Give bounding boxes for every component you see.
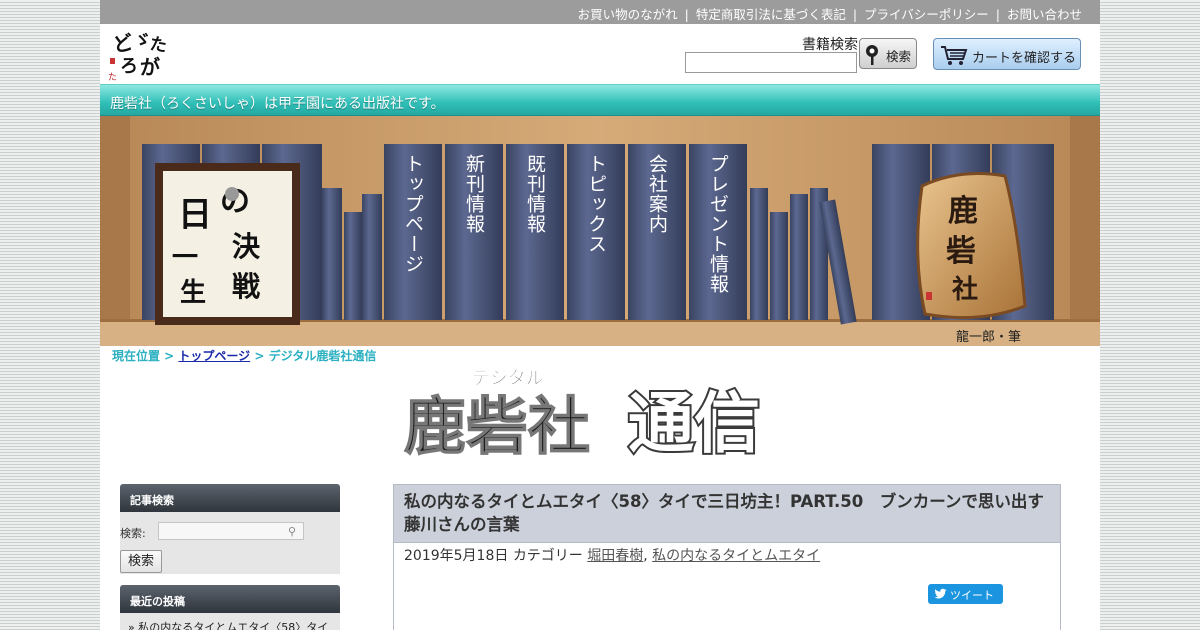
tagline-text: 鹿砦社（ろくさいしゃ）は甲子園にある出版社です。 [110,96,445,112]
svg-text:決: 決 [232,230,261,263]
site-logo[interactable]: ど ゞ た ろ が た [106,28,172,82]
sidebar-search-label: 検索: [120,527,146,540]
separator: | [684,7,689,22]
shopping-cart-icon [941,46,968,65]
book-search-button[interactable]: 検索 [859,38,917,69]
article-header: 私の内なるタイとムエタイ〈58〉タイで三日坊主！PART.50 ブンカーンで思い… [393,484,1061,543]
search-button-label: 検索 [886,49,912,64]
nav-company-info[interactable]: 会社案内 [646,154,668,234]
category-link[interactable]: 私の内なるタイとムエタイ [652,548,820,564]
breadcrumb-current: デジタル鹿砦社通信 [268,349,377,363]
search-widget-header: 記事検索 [120,484,340,512]
sidebar-search-input[interactable] [158,522,304,540]
title-logo-main-text: 鹿砦社 [404,390,590,463]
search-widget-title: 記事検索 [130,494,174,507]
svg-text:が: が [140,55,160,79]
title-logo-big-text: 通信 [628,385,760,462]
page: お買い物のながれ | 特定商取引法に基づく表記 | プライバシーポリシー | お… [100,0,1100,630]
link-shopping-flow[interactable]: お買い物のながれ [578,7,678,22]
magnifier-icon: ⚲ [288,525,297,538]
svg-text:鹿: 鹿 [948,194,978,229]
nav-backlist[interactable]: 既刊情報 [524,154,546,234]
tagline-bar: 鹿砦社（ろくさいしゃ）は甲子園にある出版社です。 [100,84,1100,116]
article-title[interactable]: 私の内なるタイとムエタイ〈58〉タイで三日坊主！PART.50 ブンカーンで思い… [404,490,1054,536]
link-privacy-policy[interactable]: プライバシーポリシー [864,7,989,22]
breadcrumb-home-link[interactable]: トップページ [178,349,250,363]
book-search-input[interactable] [685,52,857,73]
svg-text:砦: 砦 [946,234,976,269]
svg-text:た: た [148,34,168,57]
svg-text:ろ: ろ [120,56,138,77]
svg-text:戦: 戦 [232,270,260,303]
tweet-button[interactable]: ツイート [928,584,1003,604]
title-logo-image: デジタル 鹿砦社 通信 [403,367,762,464]
recent-post-link[interactable]: » 私の内なるタイとムエタイ〈58〉タイ [128,619,328,630]
map-pin-icon [866,45,878,65]
twitter-bird-icon [934,588,947,599]
separator: | [852,7,858,22]
tweet-button-label: ツイート [950,589,994,602]
top-utility-bar: お買い物のながれ | 特定商取引法に基づく表記 | プライバシーポリシー | お… [100,0,1100,24]
title-logo-small-text: デジタル [472,367,544,389]
cart-button-label: カートを確認する [972,51,1077,66]
calligraphy-credit: 龍一郎・筆 [956,330,1022,345]
link-commerce-law[interactable]: 特定商取引法に基づく表記 [696,7,846,22]
recent-posts-header: 最近の投稿 [120,585,340,613]
separator: | [995,7,1000,22]
article-meta: 2019年5月18日 カテゴリー 堀田春樹, 私の内なるタイとムエタイ [404,548,821,564]
nav-top-page[interactable]: トップページ [402,154,424,274]
nav-new-releases[interactable]: 新刊情報 [463,154,485,234]
svg-text:生: 生 [180,278,206,308]
svg-text:た: た [108,72,117,82]
digital-tsushin-logo: デジタル 鹿砦社 通信 [400,362,790,466]
recent-posts-title: 最近の投稿 [130,595,185,608]
nav-gift-info[interactable]: プレゼント情報 [707,154,729,294]
sidebar-search-button[interactable]: 検索 [120,550,162,573]
nav-topics[interactable]: トピックス [585,154,607,254]
breadcrumb-prefix: 現在位置 > [112,349,175,363]
link-contact[interactable]: お問い合わせ [1007,7,1082,22]
breadcrumb: 現在位置 > トップページ > デジタル鹿砦社通信 [112,347,376,364]
article-date: 2019年5月18日 [404,548,509,564]
svg-text:日: 日 [178,195,212,235]
svg-text:社: 社 [952,274,978,305]
category-link[interactable]: 堀田春樹 [587,548,643,564]
svg-text:一: 一 [172,243,198,273]
book-search-label: 書籍検索 [802,37,858,53]
view-cart-button[interactable]: カートを確認する [933,38,1081,70]
svg-text:ど: ど [111,30,136,58]
category-label: カテゴリー [512,548,583,564]
bookshelf-banner: 日 の 決 戦 一 生 鹿 砦 社 トップページ 新刊情報 既刊情報 トピックス… [100,116,1100,346]
breadcrumb-arrow: > [254,349,265,363]
top-links: お買い物のながれ | 特定商取引法に基づく表記 | プライバシーポリシー | お… [578,4,1082,23]
